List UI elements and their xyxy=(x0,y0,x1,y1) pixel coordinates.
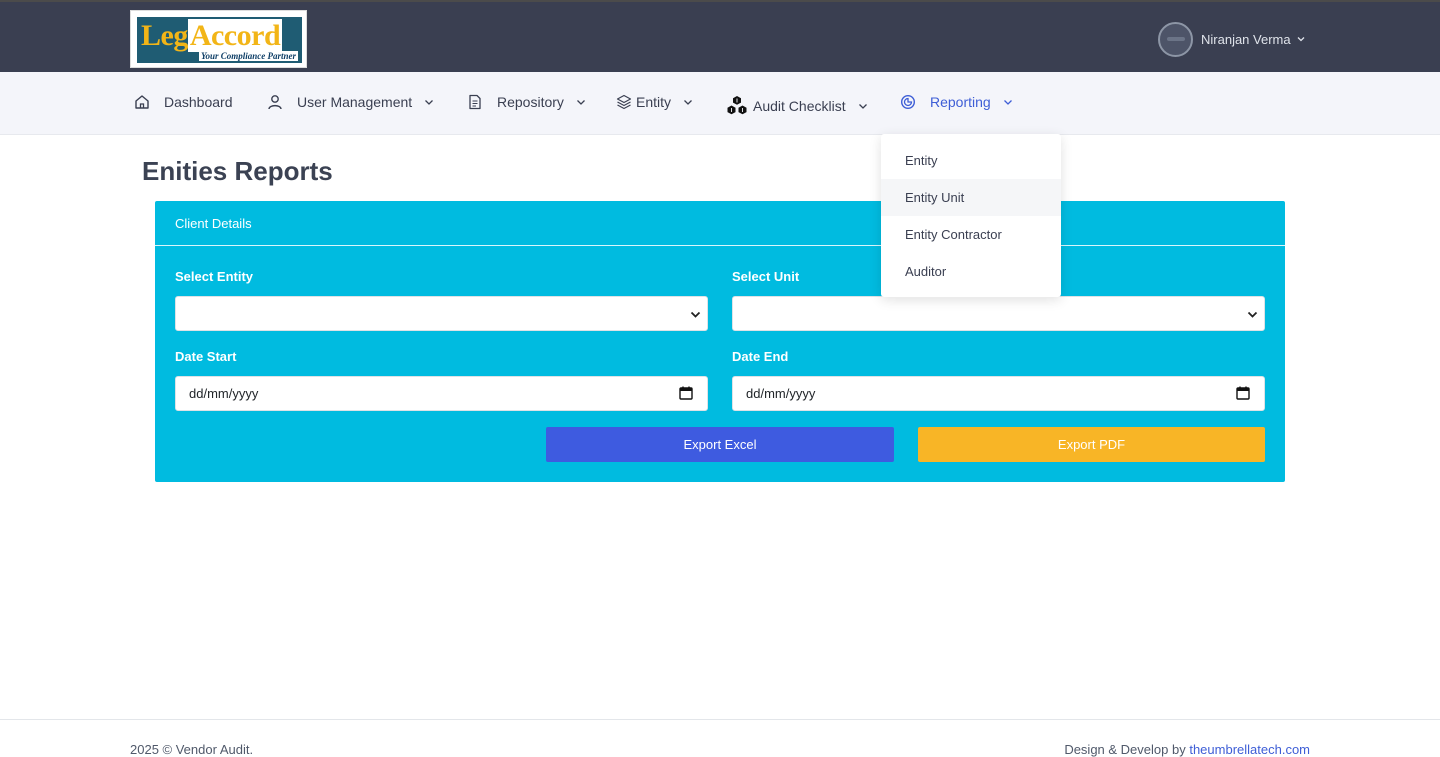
logo-image: LegAccord Your Compliance Partner xyxy=(137,17,302,63)
chevron-down-icon xyxy=(1247,311,1258,318)
select-unit-label: Select Unit xyxy=(732,269,800,284)
dropdown-item-entity-contractor[interactable]: Entity Contractor xyxy=(881,216,1061,253)
nav-item-user-management[interactable]: User Management xyxy=(267,72,434,132)
date-start-label: Date Start xyxy=(175,349,237,364)
nav-item-reporting[interactable]: Reporting xyxy=(900,72,1013,132)
footer: 2025 © Vendor Audit. Design & Develop by… xyxy=(0,719,1440,757)
main-nav: Dashboard User Management Repository Ent… xyxy=(0,72,1440,135)
chevron-down-icon[interactable] xyxy=(1296,34,1306,44)
nav-label-repository: Repository xyxy=(497,94,564,110)
logo-word-leg: Leg xyxy=(141,19,188,52)
nav-item-entity[interactable]: Entity xyxy=(616,72,693,132)
card-header: Client Details xyxy=(155,201,1285,246)
export-excel-button[interactable]: Export Excel xyxy=(546,427,894,462)
logo-word-accord: Accord xyxy=(187,19,283,52)
chevron-down-icon xyxy=(425,100,434,105)
layers-icon xyxy=(616,94,632,110)
calendar-icon[interactable] xyxy=(679,386,693,400)
date-end-label: Date End xyxy=(732,349,789,364)
chevron-down-icon xyxy=(690,311,701,318)
calendar-icon[interactable] xyxy=(1236,386,1250,400)
chevron-down-icon xyxy=(684,100,692,105)
document-icon xyxy=(469,94,481,110)
user-icon xyxy=(268,95,282,110)
user-menu[interactable]: Niranjan Verma xyxy=(1158,21,1306,57)
brand-logo[interactable]: LegAccord Your Compliance Partner xyxy=(130,10,307,68)
date-start-placeholder: dd/mm/yyyy xyxy=(189,386,259,401)
footer-copyright: 2025 © Vendor Audit. xyxy=(130,742,254,757)
reporting-dropdown: Entity Entity Unit Entity Contractor Aud… xyxy=(881,134,1061,297)
client-details-card: Client Details Select Entity Select Unit… xyxy=(155,201,1285,482)
cubes-icon xyxy=(727,96,747,115)
chevron-down-icon xyxy=(576,100,585,105)
home-icon xyxy=(135,95,149,109)
date-end-placeholder: dd/mm/yyyy xyxy=(746,386,816,401)
page-title: Enities Reports xyxy=(142,156,333,186)
nav-label-audit-checklist: Audit Checklist xyxy=(753,98,846,114)
top-bar: LegAccord Your Compliance Partner Niranj… xyxy=(0,0,1440,72)
footer-credit-link[interactable]: theumbrellatech.com xyxy=(1189,742,1310,757)
export-pdf-button[interactable]: Export PDF xyxy=(918,427,1265,462)
date-end-input[interactable]: dd/mm/yyyy xyxy=(732,376,1265,411)
chevron-down-icon xyxy=(1003,100,1012,105)
user-name[interactable]: Niranjan Verma xyxy=(1201,32,1291,47)
chart-icon xyxy=(900,94,916,110)
nav-label-dashboard: Dashboard xyxy=(164,94,233,110)
nav-label-entity: Entity xyxy=(636,94,672,110)
nav-item-repository[interactable]: Repository xyxy=(467,72,586,132)
nav-label-user-management: User Management xyxy=(297,94,413,110)
select-entity-dropdown[interactable] xyxy=(175,296,708,331)
select-entity-label: Select Entity xyxy=(175,269,254,284)
logo-tagline: Your Compliance Partner xyxy=(198,51,298,61)
dropdown-item-entity[interactable]: Entity xyxy=(881,142,1061,179)
chevron-down-icon xyxy=(858,104,867,109)
dropdown-item-entity-unit[interactable]: Entity Unit xyxy=(881,179,1061,216)
footer-credit: Design & Develop by theumbrellatech.com xyxy=(1064,742,1310,757)
nav-item-dashboard[interactable]: Dashboard xyxy=(134,72,233,132)
avatar[interactable] xyxy=(1158,21,1193,57)
footer-credit-text: Design & Develop by xyxy=(1064,742,1190,757)
nav-label-reporting: Reporting xyxy=(930,94,991,110)
select-unit-dropdown[interactable] xyxy=(732,296,1265,331)
date-start-input[interactable]: dd/mm/yyyy xyxy=(175,376,708,411)
dropdown-item-auditor[interactable]: Auditor xyxy=(881,253,1061,290)
nav-item-audit-checklist[interactable]: Audit Checklist xyxy=(725,76,868,136)
